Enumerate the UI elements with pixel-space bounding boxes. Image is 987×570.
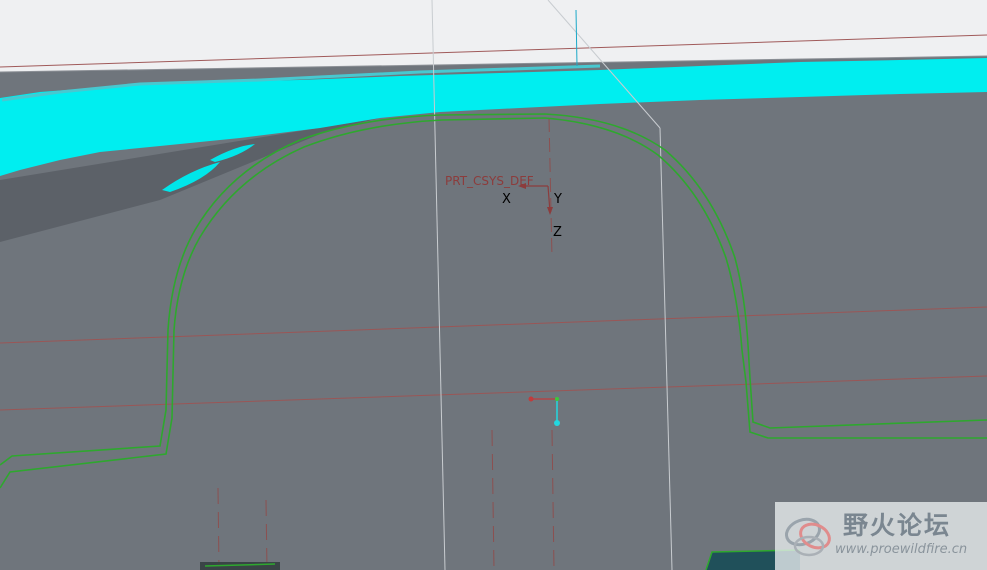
csys-axis-y-label: Y: [553, 192, 562, 207]
watermark-url: www.proewildfire.cn: [835, 542, 968, 557]
wildfire-logo-icon: [785, 517, 831, 557]
watermark-title: 野火论坛: [843, 511, 952, 540]
csys-axis-x-label: X: [502, 192, 511, 207]
csys-axis-z-label: Z: [553, 225, 562, 240]
model-canvas[interactable]: PRT_CSYS_DEF X Y Z: [0, 0, 987, 570]
3d-model-viewport[interactable]: PRT_CSYS_DEF X Y Z 野火论坛 www.proewildfire…: [0, 0, 987, 570]
csys-label: PRT_CSYS_DEF: [445, 174, 534, 188]
watermark: 野火论坛 www.proewildfire.cn: [775, 502, 987, 570]
